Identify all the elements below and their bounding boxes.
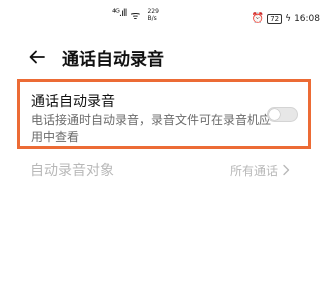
- signal-icon: ⁴ᴳ.ıll: [112, 8, 127, 19]
- auto-record-title: 通话自动录音: [31, 94, 115, 110]
- auto-record-toggle[interactable]: [267, 107, 298, 122]
- page-header: 通话自动录音: [28, 43, 164, 71]
- alarm-icon: ⏰: [251, 13, 265, 24]
- network-speed-unit: B/s: [147, 15, 157, 22]
- status-right: ⏰ 72 ϟ 16:08: [252, 13, 320, 24]
- battery-level: 72: [267, 13, 283, 24]
- network-speed: 229 B/s: [147, 8, 158, 22]
- network-status: ⁴ᴳ.ıll ᯤ 229 B/s: [112, 8, 159, 23]
- page-title: 通话自动录音: [62, 49, 164, 70]
- record-target-row[interactable]: 自动录音对象 所有通话: [30, 158, 290, 182]
- auto-record-description: 电话接通时自动录音，录音文件可在录音机应用中查看: [31, 113, 272, 144]
- charging-icon: ϟ: [285, 13, 292, 24]
- clock-time: 16:08: [294, 13, 320, 24]
- wifi-icon: ᯤ: [130, 9, 141, 22]
- status-bar: ⁴ᴳ.ıll ᯤ 229 B/s ⏰ 72 ϟ 16:08: [0, 0, 332, 40]
- record-target-value: 所有通话: [229, 163, 278, 178]
- toggle-knob: [269, 109, 280, 120]
- chevron-right-icon: [282, 164, 290, 176]
- network-speed-value: 229: [147, 8, 159, 15]
- record-target-label: 自动录音对象: [30, 163, 114, 179]
- record-target-value-group: 所有通话: [230, 162, 290, 179]
- arrow-left-icon[interactable]: [28, 48, 46, 66]
- auto-record-setting[interactable]: 通话自动录音 电话接通时自动录音，录音文件可在录音机应用中查看: [17, 79, 311, 149]
